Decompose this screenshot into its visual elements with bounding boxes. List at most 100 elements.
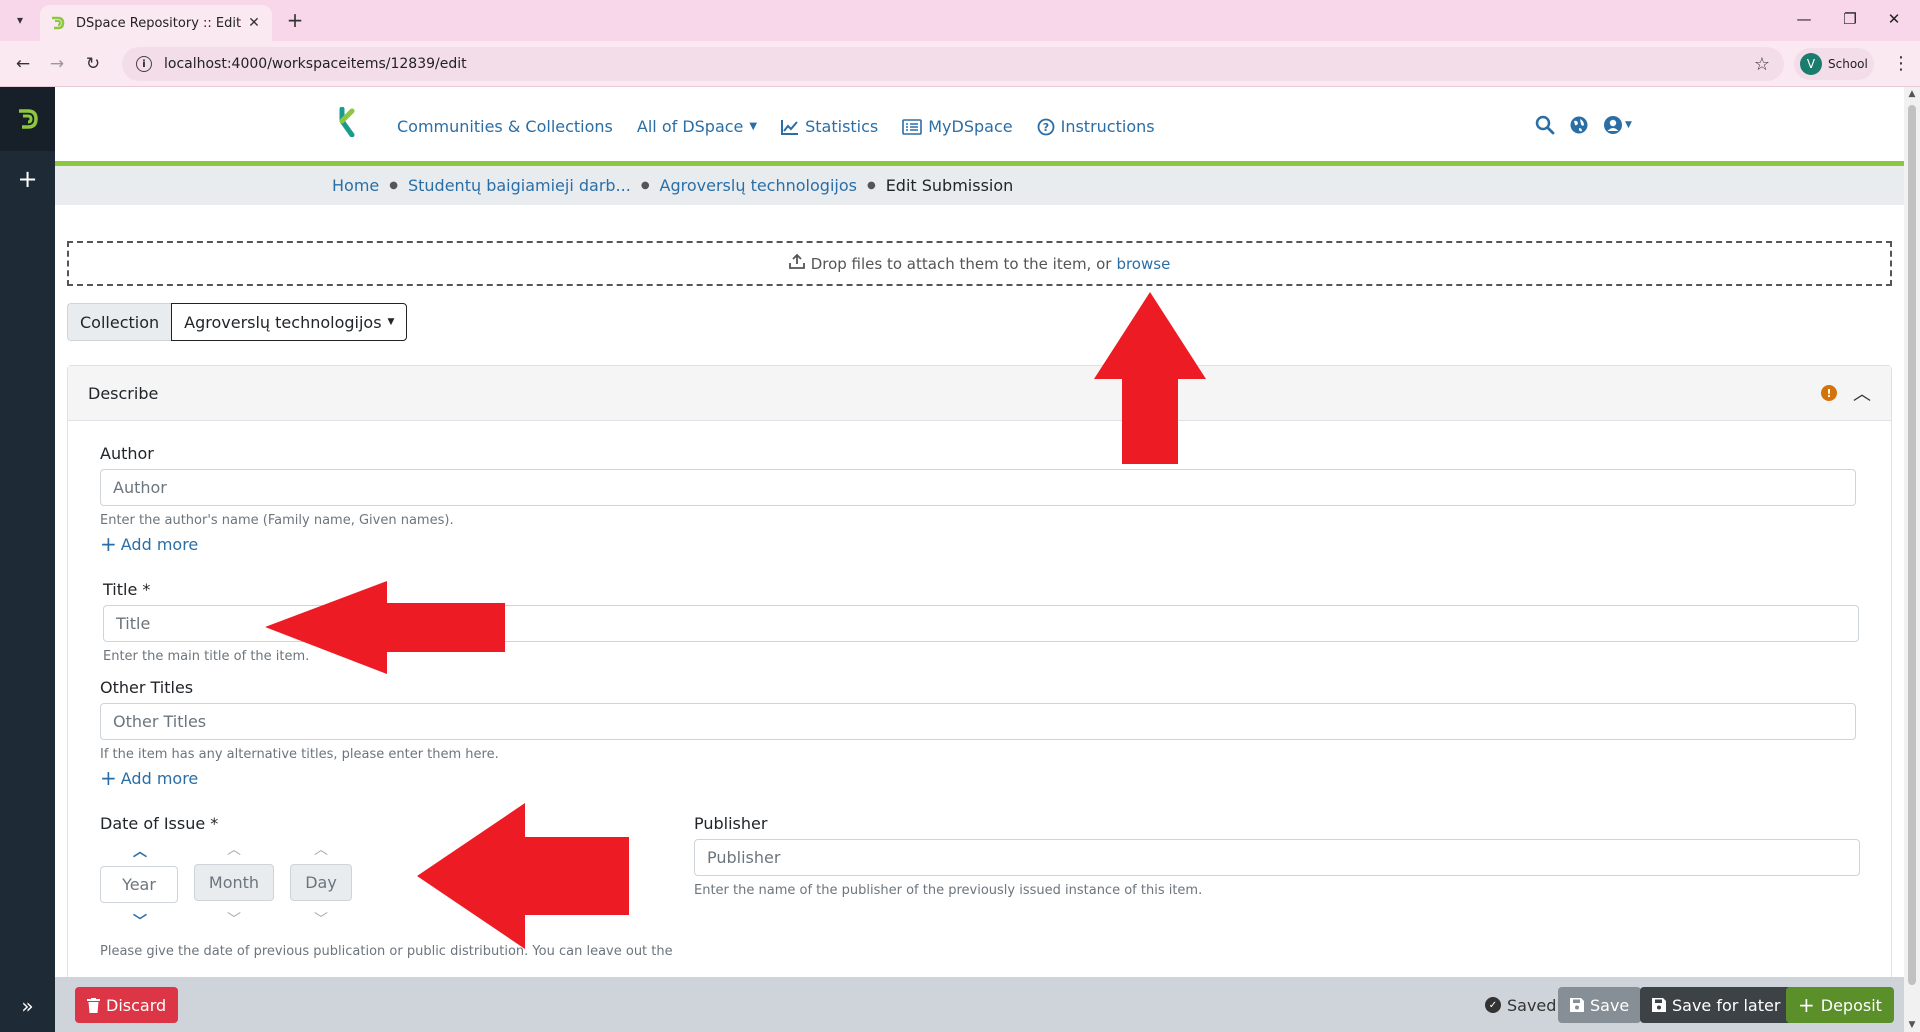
nav-communities-collections[interactable]: Communities & Collections <box>397 117 613 136</box>
day-input[interactable]: Day <box>290 864 352 901</box>
tab-title: DSpace Repository :: Edit Subm <box>76 15 246 31</box>
nav-label: Instructions <box>1060 117 1155 136</box>
caret-down-icon: ▼ <box>387 317 395 327</box>
nav-label: MyDSpace <box>928 117 1013 136</box>
nav-mydspace[interactable]: MyDSpace <box>902 117 1013 136</box>
sidebar-new-icon[interactable]: + <box>0 165 55 193</box>
plus-icon: + <box>100 532 117 556</box>
browser-menu-icon[interactable]: ⋮ <box>1892 53 1910 74</box>
browse-link[interactable]: browse <box>1116 255 1170 273</box>
caret-down-icon: ▼ <box>749 121 758 132</box>
collection-label: Collection <box>67 303 172 341</box>
check-circle-icon: ✓ <box>1485 997 1501 1013</box>
avatar: V <box>1800 53 1822 75</box>
breadcrumb-community[interactable]: Studentų baigiamieji darb... <box>408 176 631 195</box>
svg-text:?: ? <box>1042 121 1048 134</box>
other-titles-input[interactable]: Other Titles <box>100 703 1856 740</box>
bookmark-star-icon[interactable]: ☆ <box>1754 54 1770 75</box>
publisher-hint: Enter the name of the publisher of the p… <box>694 883 1203 898</box>
year-increment-icon[interactable]: ︿ <box>120 841 160 861</box>
upload-icon <box>788 253 805 273</box>
new-tab-icon[interactable]: + <box>282 8 308 34</box>
nav-label: Communities & Collections <box>397 117 613 136</box>
sidebar-expand-icon[interactable]: » <box>0 994 55 1018</box>
collection-dropdown[interactable]: Agroverslų technologijos ▼ <box>171 303 408 341</box>
title-label: Title * <box>103 580 151 599</box>
annotation-arrow-left-icon <box>265 581 505 674</box>
save-for-later-button[interactable]: Save for later <box>1640 987 1793 1023</box>
discard-label: Discard <box>106 995 167 1015</box>
deposit-label: Deposit <box>1820 995 1882 1015</box>
forward-icon[interactable]: → <box>46 53 68 75</box>
breadcrumb-current: Edit Submission <box>885 176 1014 195</box>
month-input[interactable]: Month <box>194 864 274 901</box>
site-header: Communities & Collections All of DSpace … <box>55 87 1904 166</box>
date-of-issue-label: Date of Issue * <box>100 814 219 833</box>
month-decrement-icon[interactable]: ﹀ <box>214 909 254 929</box>
publisher-label: Publisher <box>694 814 768 833</box>
restore-icon[interactable]: ❐ <box>1840 10 1860 28</box>
scroll-down-icon[interactable]: ▼ <box>1904 1020 1920 1030</box>
tab-close-icon[interactable]: ✕ <box>246 15 262 31</box>
publisher-input[interactable]: Publisher <box>694 839 1860 876</box>
add-more-label: Add more <box>120 534 199 554</box>
author-hint: Enter the author's name (Family name, Gi… <box>100 513 454 528</box>
save-button[interactable]: Save <box>1558 987 1642 1023</box>
search-icon[interactable] <box>1535 115 1555 135</box>
page: Communities & Collections All of DSpace … <box>55 87 1904 1032</box>
section-title: Describe <box>88 383 159 403</box>
file-dropzone[interactable]: Drop files to attach them to the item, o… <box>67 241 1892 286</box>
nav-instructions[interactable]: ? Instructions <box>1037 117 1155 136</box>
submission-footer: Discard ✓ Saved Save Save for later + De… <box>55 977 1904 1032</box>
browser-toolbar: ← → ↻ i localhost:4000/workspaceitems/12… <box>0 41 1920 87</box>
discard-button[interactable]: Discard <box>75 987 179 1023</box>
day-increment-icon[interactable]: ︿ <box>301 839 341 859</box>
reload-icon[interactable]: ↻ <box>82 53 104 75</box>
dspace-favicon-icon <box>52 16 65 30</box>
author-input[interactable]: Author <box>100 469 1856 506</box>
author-label: Author <box>100 444 154 463</box>
dspace-logo-icon[interactable] <box>0 87 55 151</box>
tab-search-chevron-icon[interactable]: ▾ <box>8 8 32 32</box>
chevron-up-icon[interactable]: ︿ <box>1853 380 1871 406</box>
profile-button[interactable]: V School <box>1794 48 1874 80</box>
add-more-label: Add more <box>120 768 199 788</box>
deposit-button[interactable]: + Deposit <box>1786 987 1894 1023</box>
author-add-more-button[interactable]: + Add more <box>100 534 198 554</box>
scrollbar-thumb[interactable] <box>1908 105 1916 985</box>
browser-tab[interactable]: DSpace Repository :: Edit Subm ✕ <box>40 5 272 41</box>
nav-all-of-dspace[interactable]: All of DSpace ▼ <box>637 117 757 136</box>
scroll-up-icon[interactable]: ▲ <box>1904 89 1920 99</box>
language-globe-icon[interactable] <box>1569 115 1589 135</box>
nav-statistics[interactable]: Statistics <box>781 117 878 136</box>
url-text: localhost:4000/workspaceitems/12839/edit <box>164 56 467 72</box>
back-icon[interactable]: ← <box>12 53 34 75</box>
nav-label: Statistics <box>805 117 879 136</box>
close-window-icon[interactable]: ✕ <box>1884 10 1904 28</box>
minimize-icon[interactable]: — <box>1794 10 1814 28</box>
breadcrumb-collection[interactable]: Agroverslų technologijos <box>660 176 857 195</box>
describe-section-header[interactable]: Describe ! ︿ <box>68 366 1891 421</box>
day-decrement-icon[interactable]: ﹀ <box>301 909 341 929</box>
annotation-arrow-left-icon <box>417 803 629 949</box>
breadcrumb-home[interactable]: Home <box>332 176 379 195</box>
profile-name: School <box>1828 57 1868 71</box>
annotation-arrow-up-icon <box>1094 292 1206 464</box>
year-input[interactable]: Year <box>100 866 178 903</box>
breadcrumb-separator: ● <box>640 180 650 191</box>
collection-value: Agroverslų technologijos <box>184 312 382 332</box>
warning-icon: ! <box>1821 385 1837 401</box>
address-bar[interactable]: i localhost:4000/workspaceitems/12839/ed… <box>122 47 1784 81</box>
site-info-icon[interactable]: i <box>136 56 152 72</box>
save-disk-icon <box>1652 998 1666 1012</box>
page-scrollbar[interactable]: ▲ ▼ <box>1904 87 1920 1032</box>
dropzone-text: Drop files to attach them to the item, o… <box>810 254 1112 273</box>
save-label: Save <box>1590 995 1630 1015</box>
other-titles-add-more-button[interactable]: + Add more <box>100 768 198 788</box>
month-increment-icon[interactable]: ︿ <box>214 839 254 859</box>
chart-line-icon <box>781 119 799 135</box>
user-menu-icon[interactable]: ▼ <box>1603 115 1632 135</box>
year-decrement-icon[interactable]: ﹀ <box>120 911 160 931</box>
save-disk-icon <box>1570 998 1584 1012</box>
site-logo-icon[interactable] <box>338 106 360 141</box>
